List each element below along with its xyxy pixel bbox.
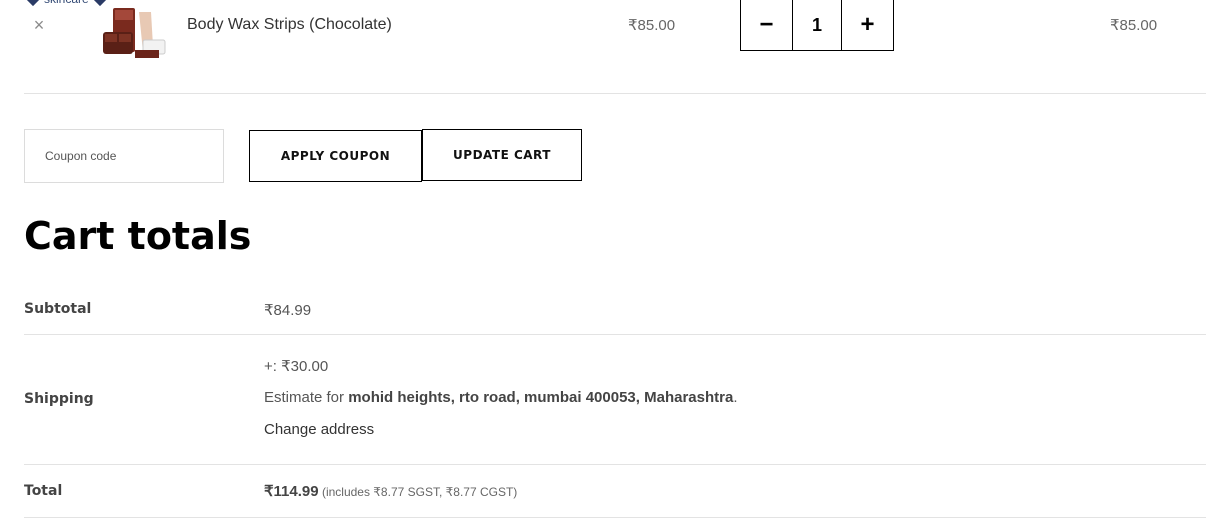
logo-mark-icon xyxy=(25,0,41,7)
shipping-rate: +: ₹30.00 xyxy=(264,358,329,375)
estimate-suffix: . xyxy=(733,389,738,406)
divider xyxy=(24,334,1206,335)
logo-text: skincare xyxy=(44,0,89,6)
product-name-link[interactable]: Body Wax Strips (Chocolate) xyxy=(187,16,392,34)
coupon-code-input[interactable] xyxy=(24,129,224,183)
divider xyxy=(24,464,1206,465)
estimate-prefix: Estimate for xyxy=(264,389,349,406)
tax-note: (includes ₹8.77 SGST, ₹8.77 CGST) xyxy=(318,485,518,499)
total-label: Total xyxy=(24,483,63,499)
divider xyxy=(24,517,1206,518)
line-subtotal: ₹85.00 xyxy=(1110,17,1158,34)
estimate-address: mohid heights, rto road, mumbai 400053, … xyxy=(348,389,734,406)
shipping-label: Shipping xyxy=(24,391,94,407)
shipping-estimate: Estimate for mohid heights, rto road, mu… xyxy=(264,389,737,406)
update-cart-button[interactable]: UPDATE CART xyxy=(422,129,582,181)
decrement-button[interactable]: − xyxy=(741,0,792,50)
product-price: ₹85.00 xyxy=(628,17,676,34)
cart-page: skincare × Body Wax Strips (Chocolate) ₹… xyxy=(0,0,1206,519)
increment-button[interactable]: + xyxy=(842,0,893,50)
subtotal-label: Subtotal xyxy=(24,301,92,317)
store-logo[interactable]: skincare xyxy=(25,0,107,7)
apply-coupon-button[interactable]: APPLY COUPON xyxy=(249,130,422,182)
quantity-stepper[interactable]: − 1 + xyxy=(740,0,894,51)
product-thumbnail[interactable] xyxy=(99,6,171,60)
subtotal-value: ₹84.99 xyxy=(264,302,312,319)
cart-totals-heading: Cart totals xyxy=(24,214,252,258)
divider xyxy=(24,93,1206,94)
remove-item-button[interactable]: × xyxy=(30,16,48,34)
total-value: ₹114.99 xyxy=(264,483,319,500)
quantity-input[interactable]: 1 xyxy=(792,0,842,50)
change-address-link[interactable]: Change address xyxy=(264,421,374,438)
total-value-group: ₹114.99 (includes ₹8.77 SGST, ₹8.77 CGST… xyxy=(264,482,517,500)
